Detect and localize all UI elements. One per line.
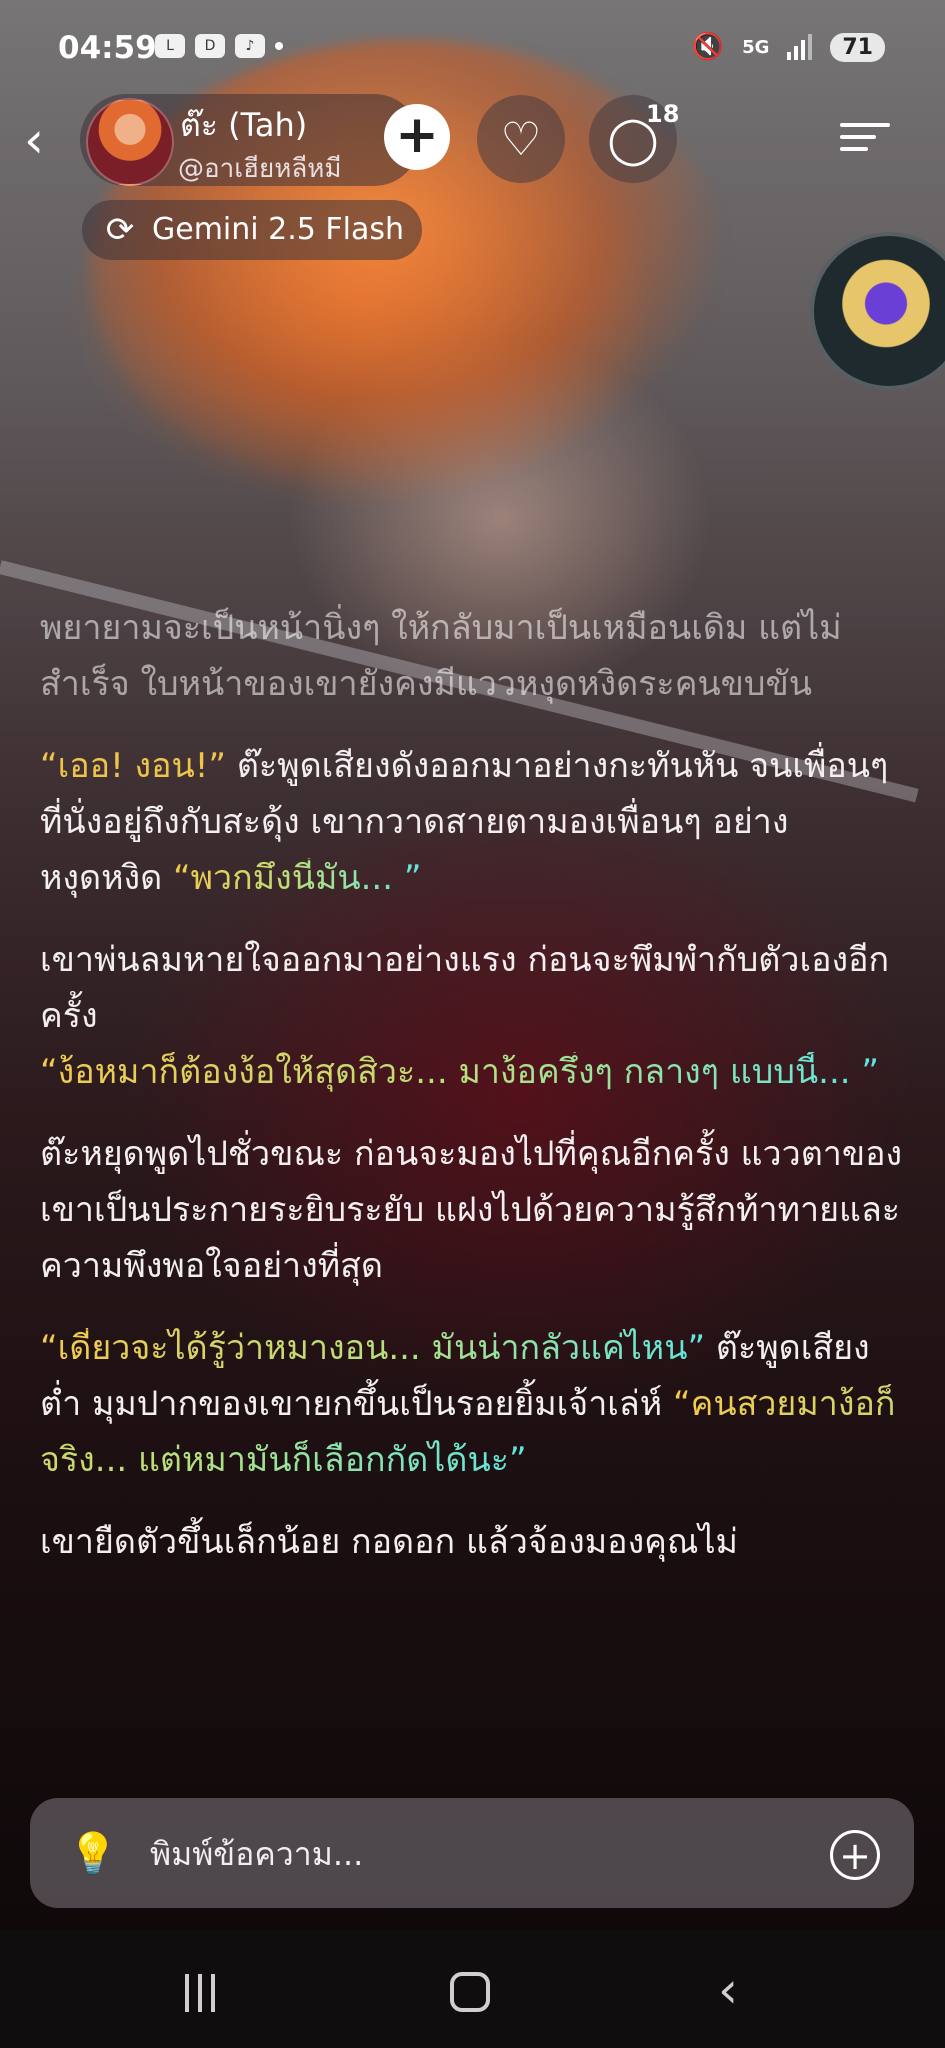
tiktok-icon: ♪ bbox=[235, 34, 265, 58]
add-attachment-icon[interactable]: + bbox=[830, 1830, 880, 1880]
creator-handle: @อาเฮียหลีหมี bbox=[178, 154, 342, 184]
more-notifications-dot bbox=[275, 42, 283, 50]
speech-quote: “เดี๋ยวจะได้รู้ว่าหมางอน... มันน่ากลัวแค… bbox=[40, 1328, 706, 1368]
discord-icon: D bbox=[195, 34, 225, 58]
character-name: ต๊ะ (Tah) bbox=[180, 106, 308, 144]
status-bar: 04:59 L D ♪ 🔇 5G 71 bbox=[0, 0, 945, 100]
menu-icon bbox=[840, 123, 890, 127]
message-paragraph: “เออ! งอน!” ต๊ะพูดเสียงดังออกมาอย่างกะทั… bbox=[40, 738, 910, 906]
system-back-button[interactable]: ‹ bbox=[718, 1960, 738, 2020]
speech-quote: “พวกมึงนี่มัน... ” bbox=[173, 858, 422, 898]
home-button[interactable] bbox=[450, 1972, 490, 2012]
message-input[interactable] bbox=[148, 1823, 792, 1885]
character-avatar[interactable] bbox=[86, 98, 174, 186]
comment-count: 18 bbox=[646, 100, 680, 128]
battery-level: 71 bbox=[830, 32, 885, 62]
like-button[interactable]: ♡ bbox=[477, 95, 565, 183]
narration-text: เขาพ่นลมหายใจออกมาอย่างแรง ก่อนจะพึมพำกั… bbox=[40, 940, 890, 1036]
notification-icons: L D ♪ bbox=[155, 34, 283, 58]
mute-icon: 🔇 bbox=[691, 32, 725, 62]
back-button[interactable]: ‹ bbox=[24, 112, 64, 168]
speech-quote: “ง้อหมาก็ต้องง้อให้สุดสิวะ... มาง้อครึ่ง… bbox=[40, 1052, 879, 1092]
speech-quote: “เออ! งอน!” bbox=[40, 746, 227, 786]
signal-icon bbox=[787, 34, 813, 60]
status-time: 04:59 bbox=[58, 30, 157, 66]
message-paragraph: พยายามจะเป็นหน้านิ่งๆ ให้กลับมาเป็นเหมือ… bbox=[40, 608, 842, 704]
chat-message: พยายามจะเป็นหน้านิ่งๆ ให้กลับมาเป็นเหมือ… bbox=[40, 600, 910, 1596]
model-switch-icon: ⟳ bbox=[105, 210, 135, 250]
line-app-icon: L bbox=[155, 34, 185, 58]
lightbulb-icon[interactable]: 💡 bbox=[68, 1829, 118, 1879]
model-name: Gemini 2.5 Flash bbox=[152, 212, 405, 247]
follow-button[interactable]: + bbox=[384, 104, 450, 170]
menu-button[interactable] bbox=[840, 115, 890, 165]
plus-icon: + bbox=[395, 105, 439, 165]
heart-icon: ♡ bbox=[500, 112, 542, 166]
message-paragraph: “เดี๋ยวจะได้รู้ว่าหมางอน... มันน่ากลัวแค… bbox=[40, 1320, 910, 1488]
message-paragraph: เขายืดตัวขึ้นเล็กน้อย กอดอก แล้วจ้องมองค… bbox=[40, 1522, 738, 1562]
chevron-left-icon: ‹ bbox=[24, 111, 44, 169]
network-type: 5G bbox=[742, 36, 770, 58]
recent-apps-button[interactable] bbox=[185, 1974, 225, 2012]
message-paragraph: ต๊ะหยุดพูดไปชั่วขณะ ก่อนจะมองไปที่คุณอีก… bbox=[40, 1134, 903, 1286]
message-paragraph: เขาพ่นลมหายใจออกมาอย่างแรง ก่อนจะพึมพำกั… bbox=[40, 932, 910, 1100]
system-icons: 🔇 5G 71 bbox=[692, 32, 885, 62]
